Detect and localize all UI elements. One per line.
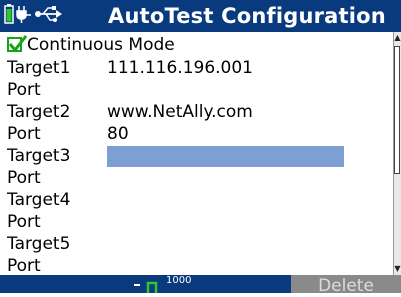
status-icons	[4, 4, 64, 28]
target4-row[interactable]: Target4	[0, 189, 393, 211]
port-label: Port	[7, 212, 41, 232]
scrollbar[interactable]: ▲ ▼	[393, 32, 401, 275]
target4-port-row[interactable]: Port	[0, 211, 393, 233]
target3-label: Target3	[7, 146, 71, 166]
title-bar: AutoTest Configuration	[0, 0, 401, 32]
continuous-mode-checkbox[interactable]	[7, 35, 28, 53]
port-label: Port	[7, 168, 41, 188]
target4-label: Target4	[7, 190, 71, 210]
delete-button[interactable]: Delete	[291, 275, 401, 296]
target2-port-row[interactable]: Port 80	[0, 123, 393, 145]
target1-row[interactable]: Target1 111.116.196.001	[0, 57, 393, 79]
target5-port-row[interactable]: Port	[0, 255, 393, 277]
port-label: Port	[7, 124, 41, 144]
continuous-mode-row[interactable]: Continuous Mode	[0, 34, 393, 56]
target2-value[interactable]: www.NetAlly.com	[107, 101, 253, 123]
scroll-thumb[interactable]	[394, 46, 400, 174]
target2-port-value[interactable]: 80	[107, 123, 129, 145]
link-indicator-icon	[134, 281, 158, 293]
config-list: Continuous Mode Target1 111.116.196.001 …	[0, 32, 393, 277]
target2-row[interactable]: Target2 www.NetAlly.com	[0, 101, 393, 123]
power-plug-icon	[16, 4, 32, 28]
battery-icon	[4, 4, 14, 28]
target3-input-selected[interactable]	[107, 146, 344, 167]
target1-value[interactable]: 111.116.196.001	[107, 57, 253, 79]
port-label: Port	[7, 256, 41, 276]
check-icon	[8, 35, 28, 53]
scroll-down-arrow-icon[interactable]: ▼	[394, 263, 401, 275]
target3-port-row[interactable]: Port	[0, 167, 393, 189]
page-title: AutoTest Configuration	[108, 4, 386, 28]
port-label: Port	[7, 80, 41, 100]
usb-icon	[34, 4, 64, 28]
target2-label: Target2	[7, 102, 71, 122]
softkey-bar: 1000 Delete	[0, 275, 401, 296]
target1-port-row[interactable]: Port	[0, 79, 393, 101]
target1-label: Target1	[7, 58, 71, 78]
target3-row[interactable]: Target3	[0, 145, 393, 167]
target5-label: Target5	[7, 234, 71, 254]
link-speed: 1000	[166, 275, 192, 286]
target5-row[interactable]: Target5	[0, 233, 393, 255]
link-status	[130, 275, 162, 293]
scroll-up-arrow-icon[interactable]: ▲	[394, 32, 401, 44]
continuous-mode-label: Continuous Mode	[27, 35, 175, 55]
